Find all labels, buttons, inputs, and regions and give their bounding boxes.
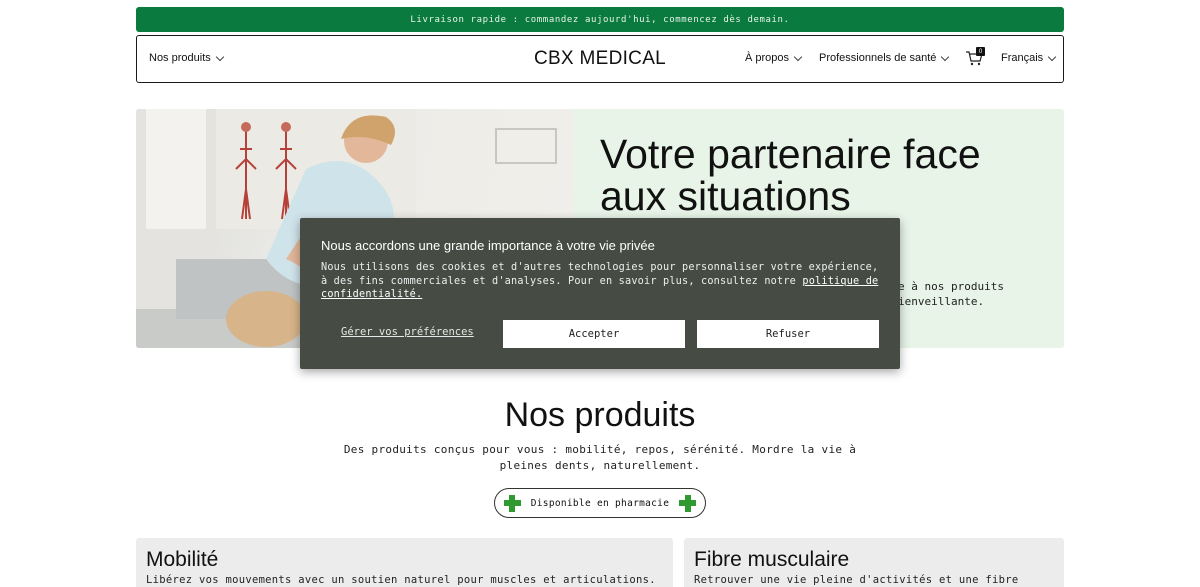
product-card-muscle-fiber[interactable]: Fibre musculaire Retrouver une vie plein… <box>684 538 1064 587</box>
nav-about-menu[interactable]: À propos <box>745 52 803 64</box>
chevron-down-icon <box>793 52 803 61</box>
hero-subtitle: e à nos produits ienveillante. <box>898 280 1004 308</box>
accept-button[interactable]: Accepter <box>503 320 685 348</box>
cart-count-badge: 0 <box>976 47 985 56</box>
chevron-down-icon <box>1047 52 1057 61</box>
nav-health-pros-menu[interactable]: Professionnels de santé <box>819 52 950 64</box>
card-title: Fibre musculaire <box>694 548 850 571</box>
manage-preferences-link[interactable]: Gérer vos préférences <box>341 326 474 338</box>
cookie-consent-dialog: Nous accordons une grande importance à v… <box>300 218 900 369</box>
product-card-mobility[interactable]: Mobilité Libérez vos mouvements avec un … <box>136 538 673 587</box>
card-description: Libérez vos mouvements avec un soutien n… <box>146 574 656 586</box>
card-title: Mobilité <box>146 548 219 571</box>
cookie-title: Nous accordons une grande importance à v… <box>321 238 655 253</box>
announcement-bar: Livraison rapide : commandez aujourd'hui… <box>136 7 1064 32</box>
pharmacy-cross-icon <box>679 494 697 512</box>
nav-products-menu[interactable]: Nos produits <box>149 52 225 64</box>
pharmacy-badge-label: Disponible en pharmacie <box>530 497 670 509</box>
cookie-body: Nous utilisons des cookies et d'autres t… <box>321 261 881 302</box>
language-label: Français <box>1001 52 1044 64</box>
pharmacy-badge: Disponible en pharmacie <box>494 488 706 518</box>
products-section-title: Nos produits <box>504 396 696 434</box>
announcement-text: Livraison rapide : commandez aujourd'hui… <box>410 14 790 25</box>
nav-about-label: À propos <box>745 52 790 64</box>
pharmacy-cross-icon <box>503 494 521 512</box>
language-selector[interactable]: Français <box>1001 52 1057 64</box>
chevron-down-icon <box>215 52 225 61</box>
card-description: Retrouver une vie pleine d'activités et … <box>694 574 1019 586</box>
nav-products-label: Nos produits <box>149 52 211 64</box>
products-section-subtitle: Des produits conçus pour vous : mobilité… <box>343 443 857 472</box>
nav-health-pros-label: Professionnels de santé <box>819 52 937 64</box>
chevron-down-icon <box>941 52 950 61</box>
refuse-button[interactable]: Refuser <box>697 320 879 348</box>
cookie-body-text: Nous utilisons des cookies et d'autres t… <box>321 262 879 287</box>
hero-title: Votre partenaire face aux situations <box>600 131 981 219</box>
main-navigation: Nos produits CBX MEDICAL À propos Profes… <box>136 35 1064 83</box>
